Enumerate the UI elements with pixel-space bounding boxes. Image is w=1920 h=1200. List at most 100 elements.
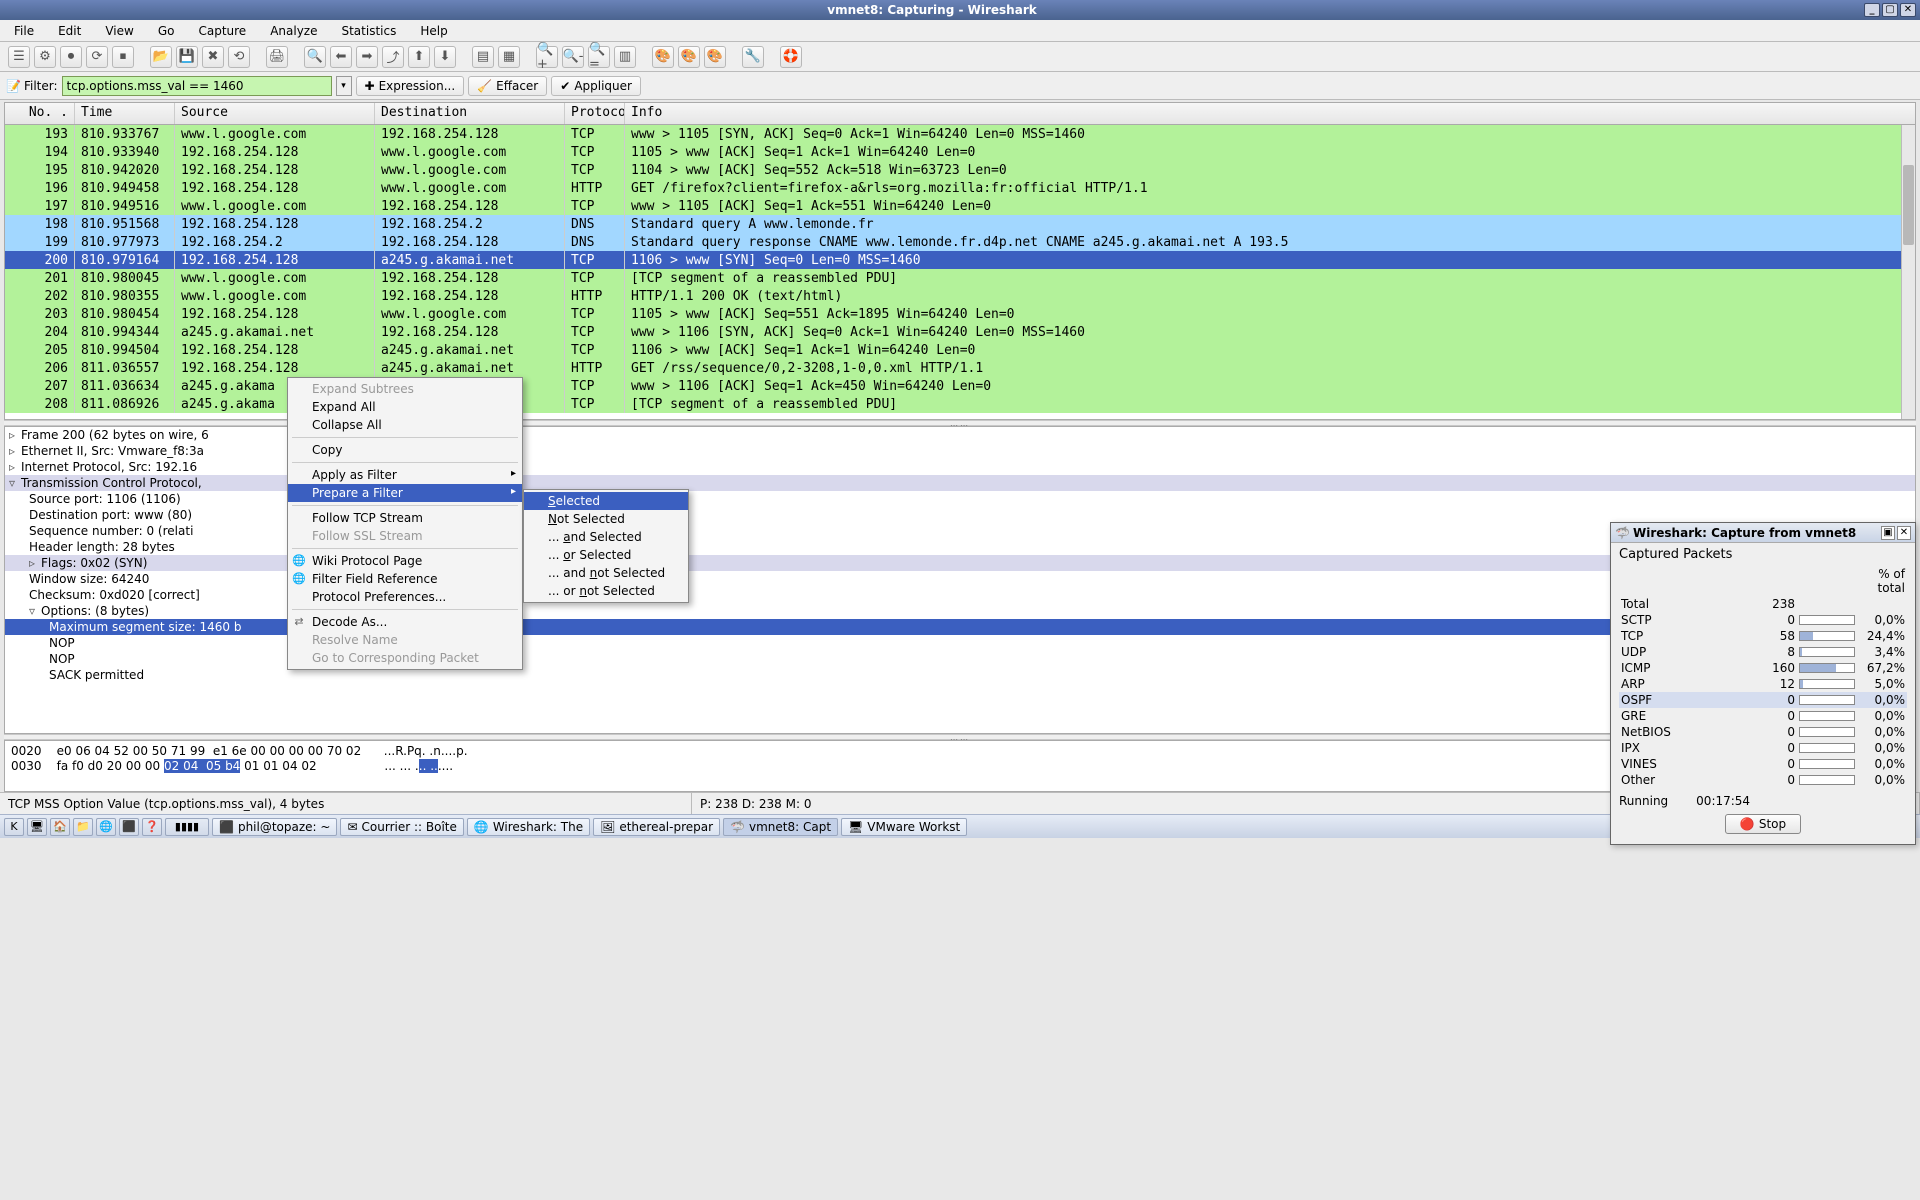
window-maximize-button[interactable]: ▢ [1882, 3, 1898, 17]
terminal-icon[interactable]: ⬛ [119, 818, 139, 836]
toolbar-save-icon[interactable]: 💾 [176, 46, 198, 68]
taskbar-entry[interactable]: ⬛phil@topaze: ~ [212, 818, 337, 836]
context-submenu-item[interactable]: Not Selected [524, 510, 688, 528]
window-minimize-button[interactable]: _ [1864, 3, 1880, 17]
taskbar-entry[interactable]: ✉Courrier :: Boîte [340, 818, 463, 836]
packet-row[interactable]: 196810.949458192.168.254.128www.l.google… [5, 179, 1915, 197]
menu-go[interactable]: Go [150, 22, 183, 40]
packet-list-header[interactable]: No. . Time Source Destination Protocol I… [5, 103, 1915, 125]
menu-view[interactable]: View [97, 22, 141, 40]
toolbar-close-icon[interactable]: ✖ [202, 46, 224, 68]
home-icon[interactable]: 🏠 [50, 818, 70, 836]
context-menu-item[interactable]: Collapse All [288, 416, 522, 434]
context-menu-item[interactable]: Apply as Filter▸ [288, 466, 522, 484]
column-header-source[interactable]: Source [175, 103, 375, 124]
context-menu-item[interactable]: Wiki Protocol Page🌐 [288, 552, 522, 570]
toolbar-palette2-icon[interactable]: 🎨 [678, 46, 700, 68]
packet-row[interactable]: 203810.980454192.168.254.128www.l.google… [5, 305, 1915, 323]
capture-stats-titlebar[interactable]: 🦈 Wireshark: Capture from vmnet8 ▣ ✕ [1611, 523, 1915, 543]
toolbar-list-icon[interactable]: ☰ [8, 46, 30, 68]
toolbar-stop-icon[interactable]: ⏹ [112, 46, 134, 68]
packet-row[interactable]: 195810.942020192.168.254.128www.l.google… [5, 161, 1915, 179]
capture-stats-shade-button[interactable]: ▣ [1881, 526, 1895, 540]
toolbar-layout2-icon[interactable]: ▦ [498, 46, 520, 68]
packet-row[interactable]: 202810.980355www.l.google.com192.168.254… [5, 287, 1915, 305]
packet-row[interactable]: 201810.980045www.l.google.com192.168.254… [5, 269, 1915, 287]
toolbar-find-icon[interactable]: 🔍 [304, 46, 326, 68]
context-menu-item[interactable]: Protocol Preferences... [288, 588, 522, 606]
toolbar-fwd-icon[interactable]: ➡ [356, 46, 378, 68]
toolbar-help-icon[interactable]: 🛟 [780, 46, 802, 68]
toolbar-zoom-out-icon[interactable]: 🔍- [562, 46, 584, 68]
toolbar-print-icon[interactable]: 🖨 [266, 46, 288, 68]
column-header-info[interactable]: Info [625, 103, 1915, 124]
packet-row[interactable]: 198810.951568192.168.254.128192.168.254.… [5, 215, 1915, 233]
column-header-destination[interactable]: Destination [375, 103, 565, 124]
context-menu-item[interactable]: Copy [288, 441, 522, 459]
menu-help[interactable]: Help [412, 22, 455, 40]
context-menu-item[interactable]: Decode As...⇄ [288, 613, 522, 631]
show-desktop-icon[interactable]: 🖥 [27, 818, 47, 836]
toolbar-palette1-icon[interactable]: 🎨 [652, 46, 674, 68]
toolbar-open-icon[interactable]: 📂 [150, 46, 172, 68]
column-header-no[interactable]: No. . [5, 103, 75, 124]
menu-file[interactable]: File [6, 22, 42, 40]
toolbar-palette3-icon[interactable]: 🎨 [704, 46, 726, 68]
toolbar-capture-icon[interactable]: ⏺ [60, 46, 82, 68]
context-submenu-item[interactable]: ... and Selected [524, 528, 688, 546]
places-icon[interactable]: 📁 [73, 818, 93, 836]
packet-list-scrollbar[interactable] [1901, 125, 1915, 419]
toolbar-tool-icon[interactable]: 🔧 [742, 46, 764, 68]
help-icon[interactable]: ❓ [142, 818, 162, 836]
capture-stats-close-button[interactable]: ✕ [1897, 526, 1911, 540]
start-menu-button[interactable]: K [4, 818, 24, 836]
taskbar-entry[interactable]: 🌐Wireshark: The [467, 818, 590, 836]
filter-expression-button[interactable]: ✚ Expression... [356, 76, 465, 96]
toolbar-jump-up-icon[interactable]: ⤴ [382, 46, 404, 68]
toolbar-restart-icon[interactable]: ⟳ [86, 46, 108, 68]
taskbar-entry[interactable]: 🖥VMware Workst [841, 818, 967, 836]
context-submenu-item[interactable]: ... or Selected [524, 546, 688, 564]
pager-icon[interactable]: ▮▮▮▮ [165, 818, 209, 836]
context-submenu-item[interactable]: ... and not Selected [524, 564, 688, 582]
browser-icon[interactable]: 🌐 [96, 818, 116, 836]
taskbar-entry[interactable]: 🦈vmnet8: Capt [723, 818, 838, 836]
toolbar-columns-icon[interactable]: ▥ [614, 46, 636, 68]
context-submenu-prepare-filter[interactable]: SelectedNot Selected... and Selected... … [523, 489, 689, 603]
toolbar-layout1-icon[interactable]: ▤ [472, 46, 494, 68]
packet-row[interactable]: 205810.994504192.168.254.128a245.g.akama… [5, 341, 1915, 359]
filter-input[interactable] [62, 76, 332, 96]
packet-row[interactable]: 200810.979164192.168.254.128a245.g.akama… [5, 251, 1915, 269]
packet-row[interactable]: 194810.933940192.168.254.128www.l.google… [5, 143, 1915, 161]
context-submenu-item[interactable]: ... or not Selected [524, 582, 688, 600]
menu-edit[interactable]: Edit [50, 22, 89, 40]
filter-clear-button[interactable]: 🧹 Effacer [468, 76, 547, 96]
context-menu[interactable]: Expand SubtreesExpand AllCollapse AllCop… [287, 377, 523, 670]
menu-statistics[interactable]: Statistics [333, 22, 404, 40]
capture-stop-button[interactable]: 🔴 Stop [1725, 814, 1801, 834]
toolbar-up-icon[interactable]: ⬆ [408, 46, 430, 68]
packet-row[interactable]: 206811.036557192.168.254.128a245.g.akama… [5, 359, 1915, 377]
toolbar-zoom-reset-icon[interactable]: 🔍= [588, 46, 610, 68]
packet-row[interactable]: 199810.977973192.168.254.2192.168.254.12… [5, 233, 1915, 251]
filter-dropdown-button[interactable]: ▾ [336, 76, 352, 96]
packet-row[interactable]: 197810.949516www.l.google.com192.168.254… [5, 197, 1915, 215]
context-menu-item[interactable]: Expand All [288, 398, 522, 416]
context-menu-item[interactable]: Prepare a Filter▸ [288, 484, 522, 502]
toolbar-tune-icon[interactable]: ⚙ [34, 46, 56, 68]
taskbar-entry[interactable]: 🖼ethereal-prepar [593, 818, 720, 836]
packet-row[interactable]: 204810.994344a245.g.akamai.net192.168.25… [5, 323, 1915, 341]
context-menu-item[interactable]: Filter Field Reference🌐 [288, 570, 522, 588]
column-header-protocol[interactable]: Protocol [565, 103, 625, 124]
toolbar-reload-icon[interactable]: ⟲ [228, 46, 250, 68]
packet-list-pane[interactable]: No. . Time Source Destination Protocol I… [4, 102, 1916, 420]
capture-stats-window[interactable]: 🦈 Wireshark: Capture from vmnet8 ▣ ✕ Cap… [1610, 522, 1916, 845]
window-close-button[interactable]: ✕ [1900, 3, 1916, 17]
toolbar-down-icon[interactable]: ⬇ [434, 46, 456, 68]
column-header-time[interactable]: Time [75, 103, 175, 124]
menu-analyze[interactable]: Analyze [262, 22, 325, 40]
context-menu-item[interactable]: Follow TCP Stream [288, 509, 522, 527]
packet-row[interactable]: 193810.933767www.l.google.com192.168.254… [5, 125, 1915, 143]
toolbar-zoom-in-icon[interactable]: 🔍+ [536, 46, 558, 68]
filter-apply-button[interactable]: ✔ Appliquer [551, 76, 641, 96]
